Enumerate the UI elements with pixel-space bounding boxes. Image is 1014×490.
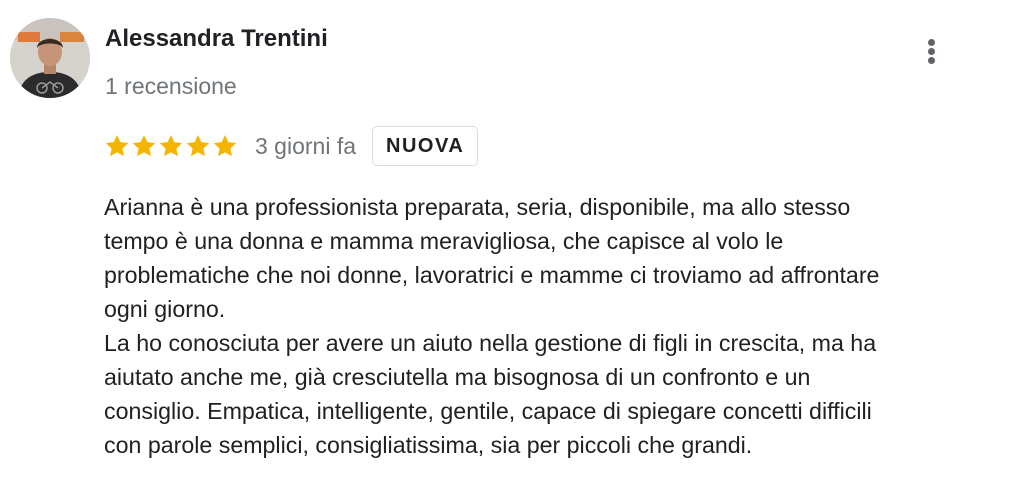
review-text-line: con parole semplici, consigliatissima, s… [104, 432, 753, 458]
new-badge: NUOVA [372, 126, 479, 166]
review-text-line: La ho conosciuta per avere un aiuto nell… [104, 330, 877, 356]
author-avatar[interactable] [10, 18, 90, 98]
review-text-line: problematiche che noi donne, lavoratrici… [104, 262, 880, 288]
review-text-line: consiglio. Empatica, intelligente, genti… [104, 398, 872, 424]
star-icon [132, 134, 156, 157]
review-text: Arianna è una professionista preparata, … [104, 190, 999, 462]
user-photo-avatar [10, 18, 90, 98]
review-date: 3 giorni fa [255, 132, 357, 159]
star-icon [159, 134, 183, 157]
review-text-line: aiutato anche me, già cresciutella ma bi… [104, 364, 811, 390]
review-text-line: Arianna è una professionista preparata, … [104, 194, 851, 220]
more-options-button[interactable] [915, 34, 949, 68]
author-name[interactable]: Alessandra Trentini [105, 25, 328, 53]
review-text-line: ogni giorno. [104, 296, 226, 322]
star-icon [105, 134, 129, 157]
star-rating [104, 133, 239, 159]
rating-row: 3 giorni fa NUOVA [104, 125, 479, 167]
author-review-count[interactable]: 1 recensione [105, 73, 237, 100]
review-card: Alessandra Trentini 1 recensione 3 giorn… [0, 0, 1014, 490]
star-icon [186, 134, 210, 157]
star-icon [213, 134, 237, 157]
review-text-line: tempo è una donna e mamma meravigliosa, … [104, 228, 784, 254]
